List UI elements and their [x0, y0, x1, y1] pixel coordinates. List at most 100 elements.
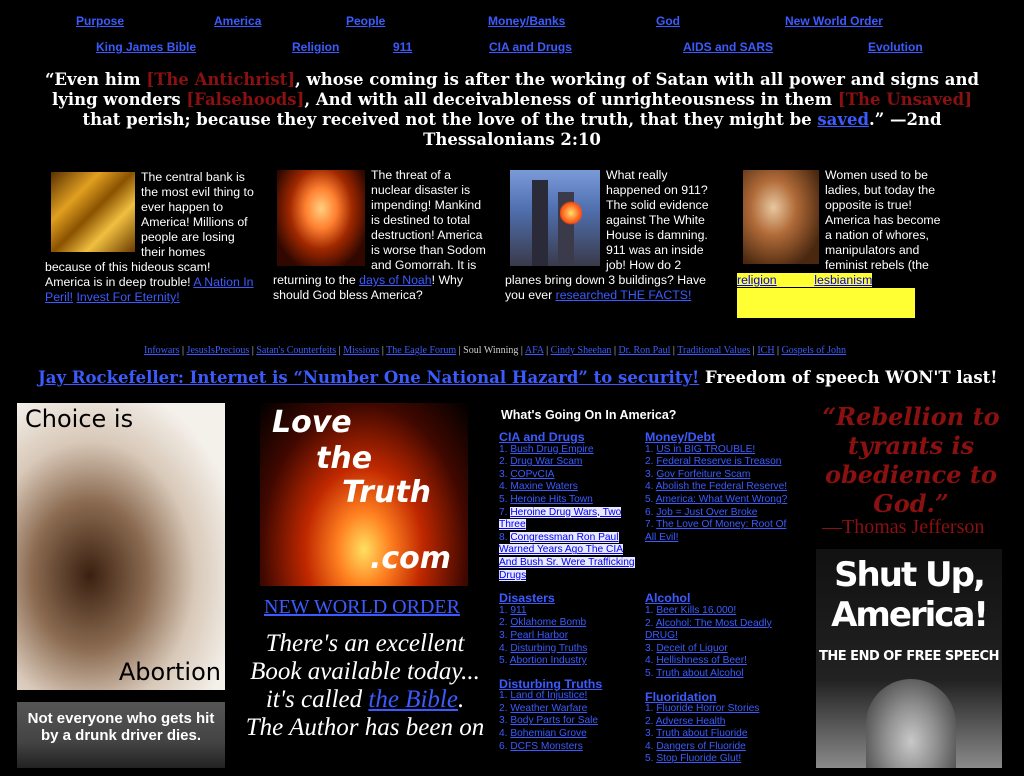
- list-link[interactable]: COPvCIA: [510, 469, 554, 480]
- women-blurb-text: Women used to be ladies, but today the o…: [825, 168, 941, 272]
- list-link[interactable]: Bush Drug Empire: [510, 444, 593, 455]
- religion-link[interactable]: religion: [737, 273, 777, 287]
- list-link[interactable]: Fluoride Horror Stories: [656, 703, 759, 714]
- list-link[interactable]: Bohemian Grove: [510, 728, 586, 739]
- the-bible-link[interactable]: the Bible: [368, 686, 458, 713]
- left-list-column: CIA and Drugs 1. Bush Drug Empire 2. Dru…: [499, 431, 639, 763]
- ich-link[interactable]: ICH: [757, 345, 774, 356]
- list-link[interactable]: Job = Just Over Broke: [656, 507, 757, 518]
- gold-bars-image[interactable]: [51, 172, 135, 252]
- list-link[interactable]: Deceit of Liquor: [656, 643, 727, 654]
- list-link[interactable]: Truth about Alcohol: [656, 668, 743, 679]
- quote-text: “Even him: [44, 70, 147, 89]
- list-item: 4. Disturbing Truths: [499, 642, 588, 654]
- list-link[interactable]: Alcohol: The Most Deadly DRUG!: [645, 618, 772, 642]
- nav-cia-and-drugs[interactable]: CIA and Drugs: [489, 40, 572, 54]
- nav-religion[interactable]: Religion: [292, 40, 339, 54]
- list-link[interactable]: Hellishness of Beer!: [656, 655, 747, 666]
- afa-link[interactable]: AFA: [525, 345, 544, 356]
- list-link[interactable]: America: What Went Wrong?: [656, 494, 788, 505]
- invest-for-eternity-link[interactable]: Invest For Eternity!: [76, 290, 179, 304]
- nav-king-james-bible[interactable]: King James Bible: [96, 40, 196, 54]
- cia-drugs-heading[interactable]: CIA and Drugs: [499, 431, 639, 444]
- list-link[interactable]: Disturbing Truths: [510, 643, 587, 654]
- list-item: 4. Abolish the Federal Reserve!: [645, 481, 788, 493]
- right-list-column: Money/Debt 1. US in BIG TROUBLE! 2. Fede…: [645, 431, 795, 776]
- list-link[interactable]: Congressman Ron Paul Warned Years Ago Th…: [499, 531, 635, 581]
- quote-text: that perish; because they received not t…: [82, 110, 818, 129]
- scripture-quote: “Even him [The Antichrist], whose coming…: [40, 70, 984, 150]
- list-link[interactable]: Land of Injustice!: [510, 690, 587, 701]
- shut-up-america-image[interactable]: Shut Up, America! THE END OF FREE SPEECH: [816, 549, 1002, 768]
- list-item: 4. Bohemian Grove: [499, 728, 587, 740]
- infowars-link[interactable]: Infowars: [144, 345, 180, 356]
- wtc-blurb: What really happened on 911? The solid e…: [505, 168, 717, 303]
- nav-money-banks[interactable]: Money/Banks: [488, 14, 565, 28]
- drunk-driver-text: Not everyone who gets hit by a drunk dri…: [27, 710, 215, 744]
- mushroom-cloud-image[interactable]: [277, 170, 365, 266]
- disasters-heading[interactable]: Disasters: [499, 592, 639, 605]
- truth-word: Truth: [342, 475, 432, 510]
- list-link[interactable]: The Love Of Money: Root Of All Evil!: [645, 519, 786, 543]
- saved-link[interactable]: saved: [817, 110, 869, 129]
- shut-up-title: Shut Up,: [834, 555, 986, 595]
- list-link[interactable]: Adverse Health: [656, 716, 726, 727]
- nav-purpose[interactable]: Purpose: [76, 14, 124, 28]
- list-link[interactable]: Maxine Waters: [510, 481, 578, 492]
- nav-america[interactable]: America: [214, 14, 261, 28]
- nav-new-world-order[interactable]: New World Order: [785, 14, 883, 28]
- list-link[interactable]: Weather Warfare: [510, 703, 587, 714]
- list-link[interactable]: Abolish the Federal Reserve!: [656, 481, 787, 492]
- disturbing-truths-heading[interactable]: Disturbing Truths: [499, 678, 639, 691]
- list-link[interactable]: Oklahome Bomb: [510, 617, 586, 628]
- cindy-sheehan-link[interactable]: Cindy Sheehan: [551, 345, 612, 356]
- list-link[interactable]: Heroine Hits Town: [510, 494, 592, 505]
- wtc-attack-image[interactable]: [510, 170, 600, 266]
- missions-link[interactable]: Missions: [343, 345, 379, 356]
- lesbianism-link[interactable]: lesbianism: [814, 273, 873, 287]
- nav-god[interactable]: God: [656, 14, 680, 28]
- alcohol-heading[interactable]: Alcohol: [645, 592, 795, 605]
- list-link[interactable]: Federal Reserve is Treason: [656, 456, 781, 467]
- quote-bracket: [The Antichrist]: [146, 70, 296, 89]
- list-link[interactable]: Drug War Scam: [510, 456, 582, 467]
- highlight-spacer: [776, 273, 815, 287]
- list-item: 1. Beer Kills 16,000!: [645, 604, 737, 616]
- nav-evolution[interactable]: Evolution: [868, 40, 923, 54]
- painting-image[interactable]: [743, 170, 819, 264]
- abortion-image[interactable]: Choice is Abortion: [17, 403, 225, 690]
- researched-facts-link[interactable]: researched THE FACTS!: [556, 288, 692, 302]
- women-blurb: Women used to be ladies, but today the o…: [737, 168, 947, 318]
- list-link[interactable]: US in BIG TROUBLE!: [656, 444, 755, 455]
- new-world-order-link[interactable]: NEW WORLD ORDER: [264, 596, 460, 619]
- list-link[interactable]: Heroine Drug Wars, Two Three: [499, 506, 622, 531]
- list-link[interactable]: DCFS Monsters: [510, 741, 582, 752]
- soul-winning-text: Soul Winning: [463, 345, 519, 356]
- fluoridation-heading[interactable]: Fluoridation: [645, 690, 795, 704]
- money-debt-heading[interactable]: Money/Debt: [645, 431, 795, 444]
- gospels-of-john-link[interactable]: Gospels of John: [782, 345, 846, 356]
- rockefeller-link[interactable]: Jay Rockefeller: Internet is “Number One…: [38, 368, 699, 387]
- nav-aids-and-sars[interactable]: AIDS and SARS: [683, 40, 773, 54]
- list-link[interactable]: Beer Kills 16,000!: [656, 605, 736, 616]
- traditional-values-link[interactable]: Traditional Values: [677, 345, 750, 356]
- list-link[interactable]: 911: [510, 605, 526, 616]
- days-of-noah-link[interactable]: days of Noah: [359, 273, 431, 287]
- satans-counterfeits-link[interactable]: Satan's Counterfeits: [256, 345, 336, 356]
- list-link[interactable]: Gov Forfeiture Scam: [656, 469, 750, 480]
- list-link[interactable]: Pearl Harbor: [510, 630, 568, 641]
- nav-911[interactable]: 911: [393, 40, 412, 54]
- ron-paul-link[interactable]: Dr. Ron Paul: [618, 345, 670, 356]
- jesusisprecious-link[interactable]: JesusIsPrecious: [187, 345, 250, 356]
- nav-people[interactable]: People: [346, 14, 385, 28]
- quote-bracket: [The Unsaved]: [837, 90, 973, 109]
- whats-going-on-title: What's Going On In America?: [501, 408, 677, 422]
- eagle-forum-link[interactable]: The Eagle Forum: [386, 345, 456, 356]
- list-link[interactable]: Abortion Industry: [510, 655, 587, 666]
- list-link[interactable]: Dangers of Fluoride: [656, 741, 745, 752]
- list-link[interactable]: Truth about Fluoride: [656, 728, 747, 739]
- list-link[interactable]: Body Parts for Sale: [510, 715, 598, 726]
- love-the-truth-image[interactable]: Love the Truth .com: [260, 403, 468, 586]
- list-link[interactable]: Stop Fluoride Glut!: [656, 753, 741, 764]
- drunk-driver-image[interactable]: Not everyone who gets hit by a drunk dri…: [17, 702, 225, 768]
